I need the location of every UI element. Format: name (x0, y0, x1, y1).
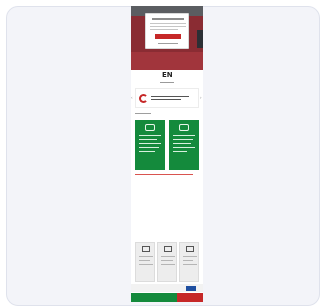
card-icon (179, 124, 189, 131)
cookie-dialog (145, 13, 189, 49)
card-icon (145, 124, 155, 131)
section-label (135, 113, 151, 114)
card-text-line (139, 151, 155, 152)
banner-text-line (151, 99, 181, 100)
site-logo[interactable]: EN (162, 72, 173, 79)
service-tile-screen[interactable] (157, 242, 177, 282)
footer-red-band (177, 293, 203, 302)
dialog-text-line (150, 29, 178, 30)
dialog-text-line (150, 23, 186, 24)
carousel-prev-arrow[interactable]: ‹ (131, 96, 133, 100)
dialog-settings-link[interactable] (158, 43, 178, 44)
ring-logo-icon (139, 94, 148, 103)
section-heading (135, 174, 193, 175)
hero-section (131, 6, 203, 70)
tile-text-line (139, 264, 153, 265)
hero-stripe (131, 52, 203, 70)
eu-flag-icon (186, 286, 196, 291)
screen-icon (164, 246, 172, 252)
card-text-line (173, 151, 187, 152)
phone-icon (142, 246, 150, 252)
logo-subtitle (160, 82, 174, 83)
tile-text-line (161, 264, 175, 265)
document-icon (186, 246, 194, 252)
card-text-line (173, 147, 195, 148)
tile-text-line (183, 264, 197, 265)
card-text-line (139, 143, 161, 144)
tile-text-line (183, 260, 193, 261)
tile-text-line (139, 256, 153, 257)
dialog-title (152, 18, 184, 20)
footer-green-band (131, 293, 177, 302)
tile-text-line (139, 260, 150, 261)
card-text-line (139, 139, 157, 140)
banner-text-line (151, 96, 189, 97)
service-tile-phone[interactable] (135, 242, 155, 282)
green-card-right[interactable] (169, 120, 199, 170)
card-text-line (173, 135, 195, 136)
card-text-line (173, 143, 191, 144)
page-screenshot: EN ‹ › (131, 6, 203, 302)
accept-button[interactable] (155, 34, 181, 39)
service-tile-document[interactable] (179, 242, 199, 282)
card-text-line (139, 135, 161, 136)
green-card-left[interactable] (135, 120, 165, 170)
card-text-line (173, 139, 193, 140)
dialog-text-line (150, 26, 186, 27)
partner-banner[interactable] (135, 88, 199, 108)
card-text-line (139, 147, 159, 148)
tile-text-line (161, 256, 175, 257)
carousel-next-arrow[interactable]: › (200, 96, 202, 100)
tile-text-line (161, 260, 173, 261)
tile-text-line (183, 256, 197, 257)
side-tab[interactable] (197, 30, 203, 48)
